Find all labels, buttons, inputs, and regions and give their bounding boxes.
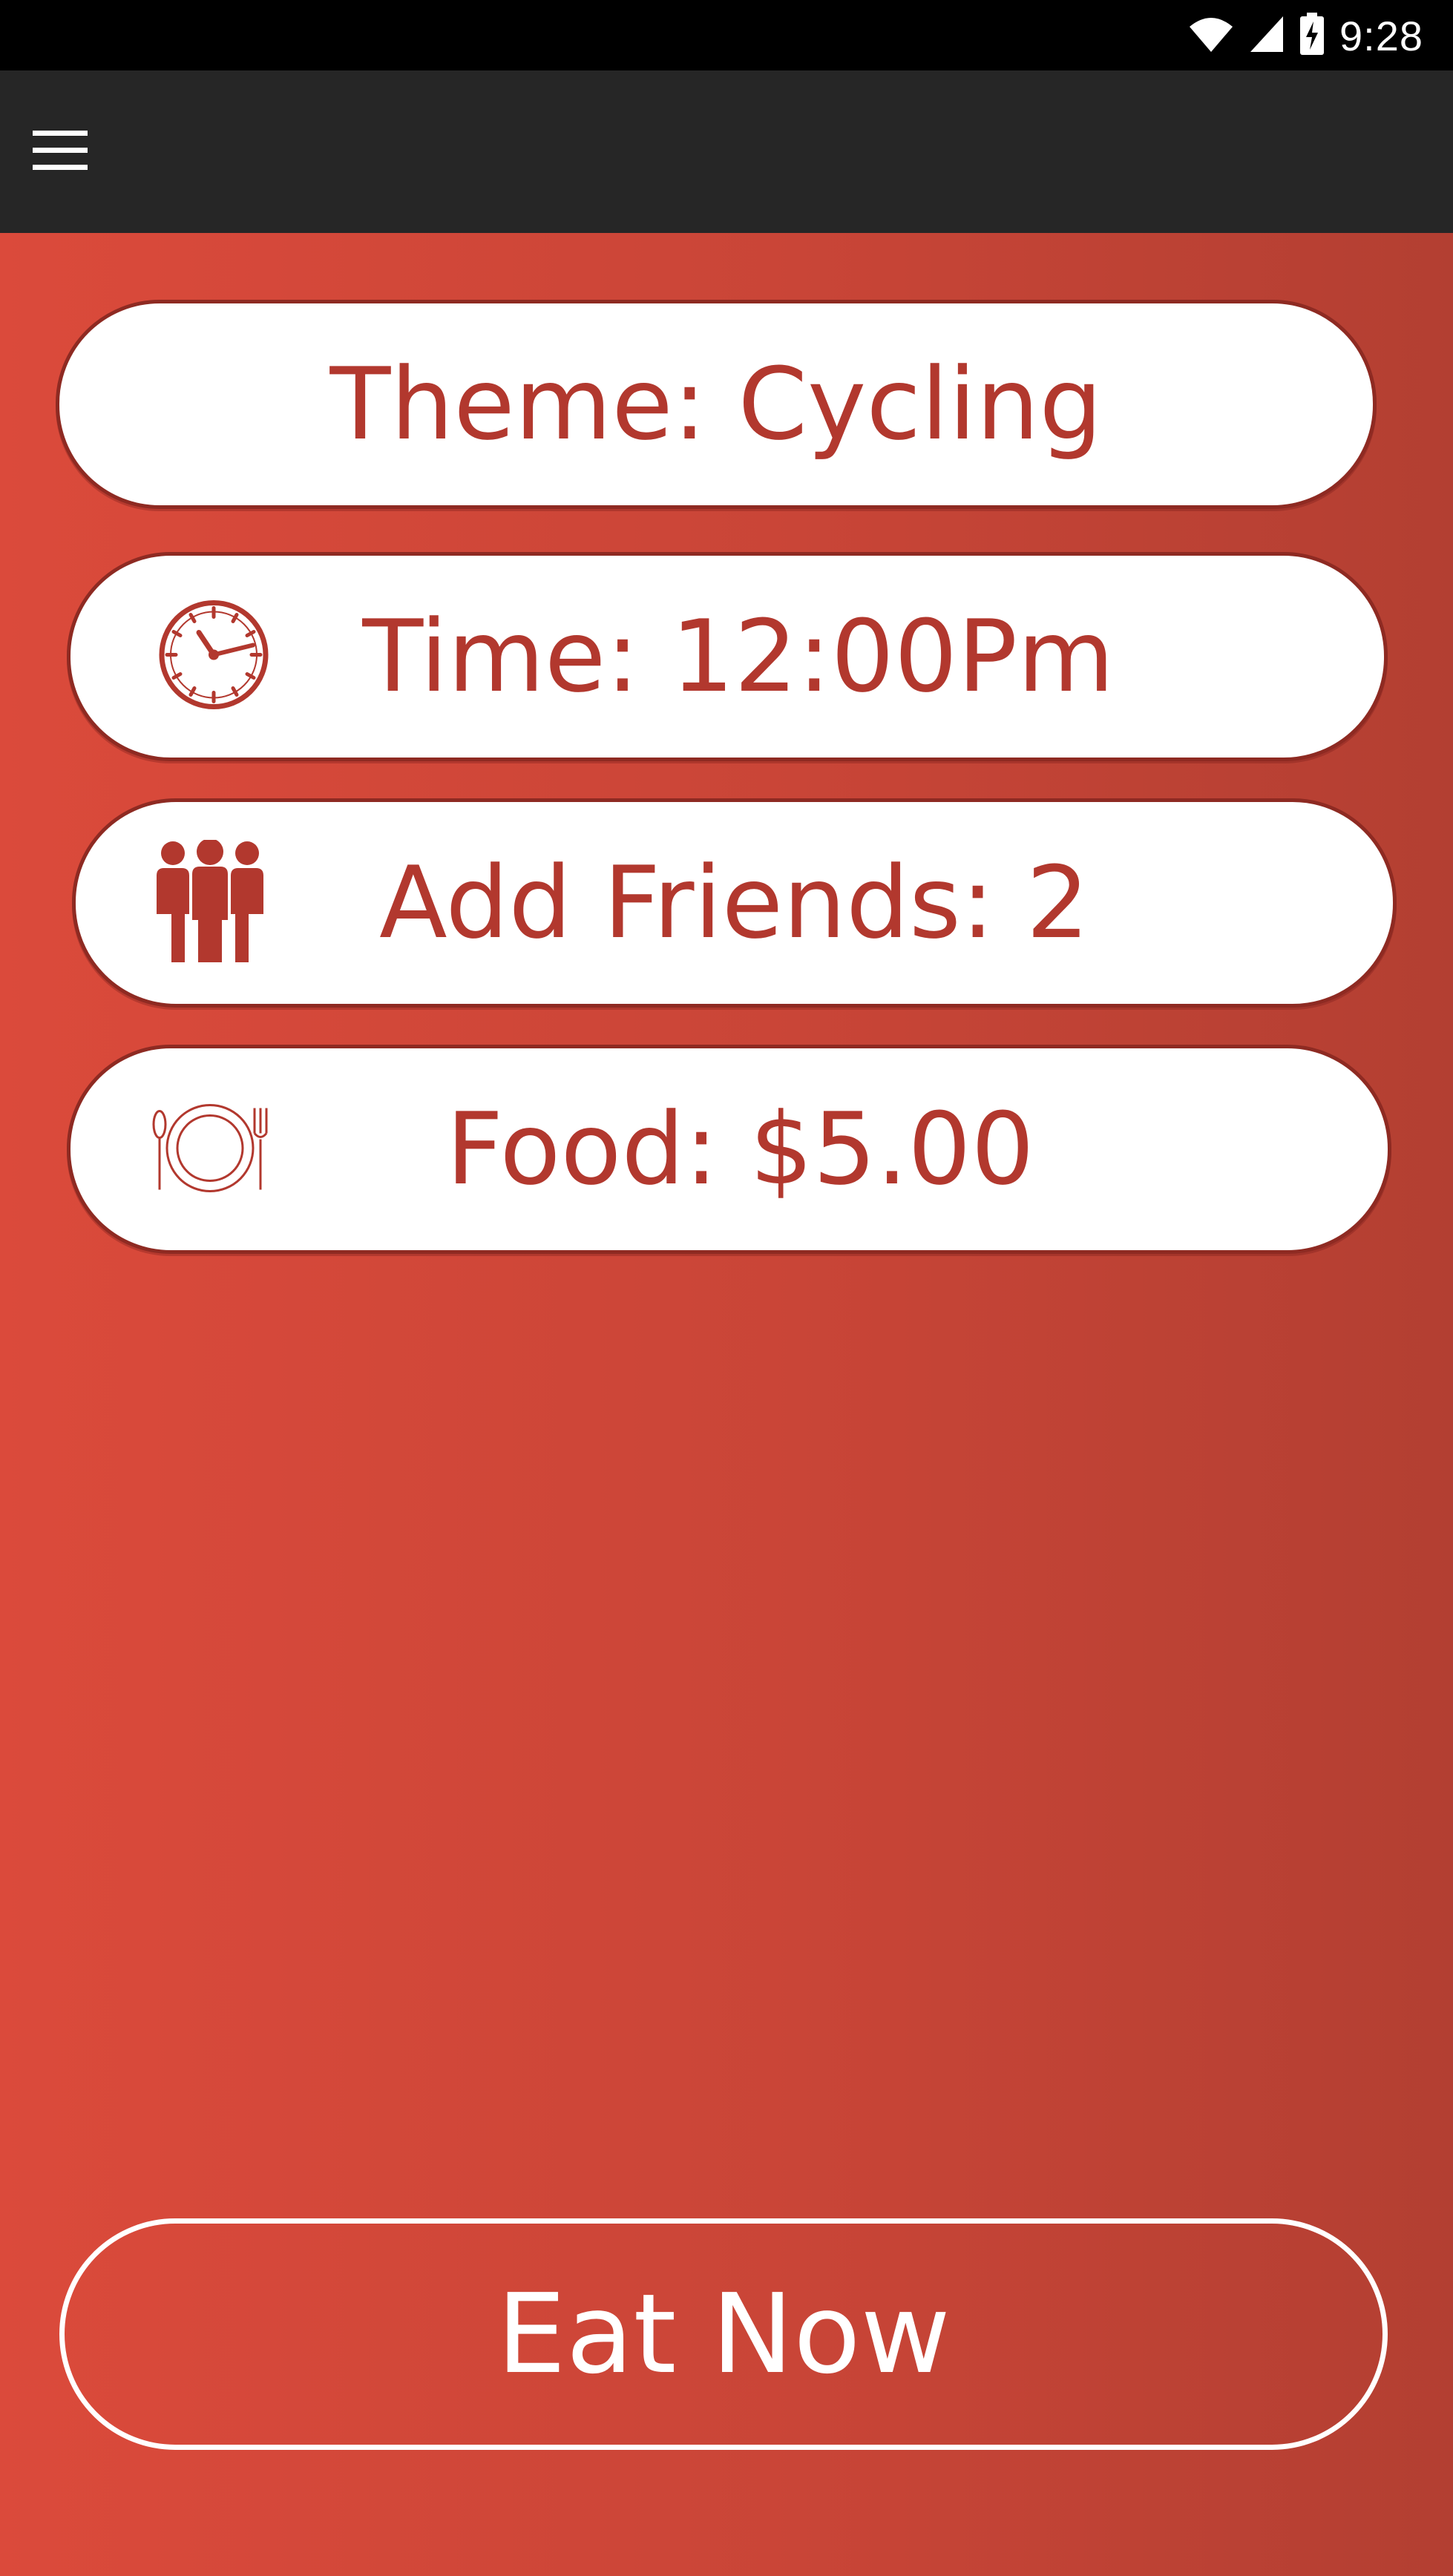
time-label: Time: 12:00Pm bbox=[362, 599, 1115, 714]
app-bar bbox=[0, 70, 1453, 233]
signal-icon bbox=[1249, 15, 1285, 57]
add-friends-label: Add Friends: 2 bbox=[379, 845, 1089, 961]
menu-button[interactable] bbox=[31, 122, 89, 180]
food-label: Food: $5.00 bbox=[446, 1091, 1034, 1207]
status-bar: 9:28 bbox=[0, 0, 1453, 70]
theme-label: Theme: Cycling bbox=[329, 346, 1103, 462]
status-icons: 9:28 bbox=[1188, 10, 1423, 61]
theme-option-button[interactable]: Theme: Cycling bbox=[56, 300, 1377, 509]
wifi-icon bbox=[1188, 15, 1234, 57]
time-option-button[interactable]: Time: 12:00Pm bbox=[67, 552, 1388, 761]
hamburger-menu-icon bbox=[33, 129, 88, 174]
status-time: 9:28 bbox=[1339, 12, 1423, 59]
eat-now-button[interactable]: Eat Now bbox=[59, 2218, 1388, 2450]
add-friends-option-button[interactable]: Add Friends: 2 bbox=[72, 798, 1397, 1008]
food-option-button[interactable]: Food: $5.00 bbox=[67, 1045, 1391, 1254]
battery-charging-icon bbox=[1299, 12, 1325, 59]
